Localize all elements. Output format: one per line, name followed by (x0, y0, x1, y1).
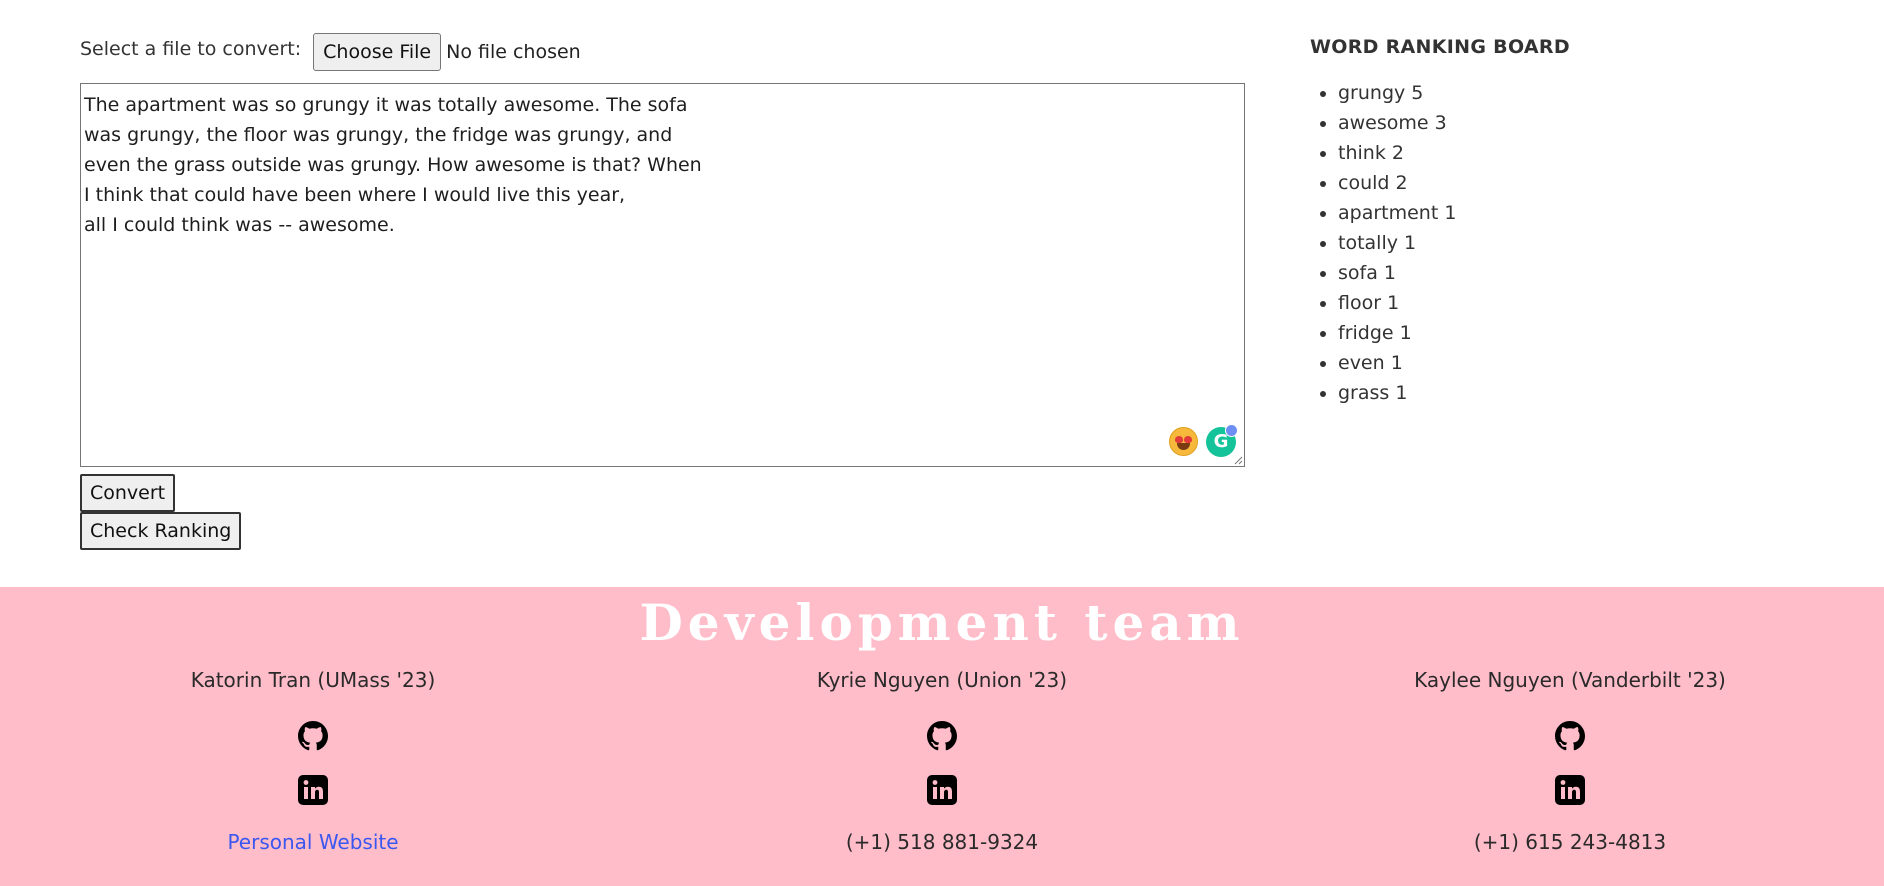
file-upload-row: Select a file to convert: Choose File No… (80, 33, 581, 71)
file-upload-label: Select a file to convert: (80, 38, 302, 60)
team-member-card: Kyrie Nguyen (Union '23) (+1) 518 881-93… (692, 665, 1192, 857)
ranking-item: fridge 1 (1338, 318, 1570, 348)
member-phone: (+1) 518 881-9324 (845, 830, 1039, 854)
member-phone: (+1) 615 243-4813 (1473, 830, 1667, 854)
team-member-card: Kaylee Nguyen (Vanderbilt '23) (+1) 615 … (1320, 665, 1820, 857)
ranking-item: awesome 3 (1338, 108, 1570, 138)
member-contact: Personal Website (63, 827, 563, 857)
ranking-item: even 1 (1338, 348, 1570, 378)
emoji-icon[interactable] (1169, 427, 1198, 456)
github-icon[interactable] (927, 721, 957, 751)
github-icon[interactable] (1555, 721, 1585, 751)
github-icon[interactable] (298, 721, 328, 751)
linkedin-icon[interactable] (1555, 775, 1585, 805)
team-member-card: Katorin Tran (UMass '23) Personal Websit… (63, 665, 563, 857)
ranking-item: floor 1 (1338, 288, 1570, 318)
linkedin-icon[interactable] (298, 775, 328, 805)
ranking-item: grass 1 (1338, 378, 1570, 408)
resize-handle-icon[interactable] (1233, 455, 1243, 465)
grammarly-icon[interactable]: G (1206, 424, 1238, 457)
ranking-item: grungy 5 (1338, 78, 1570, 108)
convert-button[interactable]: Convert (80, 474, 176, 512)
ranking-list: grungy 5 awesome 3 think 2 could 2 apart… (1310, 78, 1570, 408)
ranking-item: sofa 1 (1338, 258, 1570, 288)
footer-title: Development team (639, 593, 1245, 652)
word-ranking-board: WORD RANKING BOARD grungy 5 awesome 3 th… (1310, 36, 1570, 408)
ranking-item: could 2 (1338, 168, 1570, 198)
main-section: Select a file to convert: Choose File No… (0, 0, 1884, 587)
member-name: Kyrie Nguyen (Union '23) (816, 668, 1068, 692)
file-status: No file chosen (446, 41, 581, 63)
footer: Development team Katorin Tran (UMass '23… (0, 587, 1884, 886)
ranking-item: apartment 1 (1338, 198, 1570, 228)
member-name: Katorin Tran (UMass '23) (190, 668, 436, 692)
text-input-area[interactable]: The apartment was so grungy it was total… (80, 83, 1245, 467)
linkedin-icon[interactable] (927, 775, 957, 805)
ranking-item: think 2 (1338, 138, 1570, 168)
personal-website-link[interactable]: Personal Website (227, 830, 398, 854)
check-ranking-button[interactable]: Check Ranking (80, 512, 242, 550)
text-input-content[interactable]: The apartment was so grungy it was total… (84, 90, 702, 240)
ranking-title: WORD RANKING BOARD (1310, 36, 1570, 58)
choose-file-button[interactable]: Choose File (313, 33, 442, 71)
ranking-item: totally 1 (1338, 228, 1570, 258)
member-name: Kaylee Nguyen (Vanderbilt '23) (1414, 668, 1726, 692)
